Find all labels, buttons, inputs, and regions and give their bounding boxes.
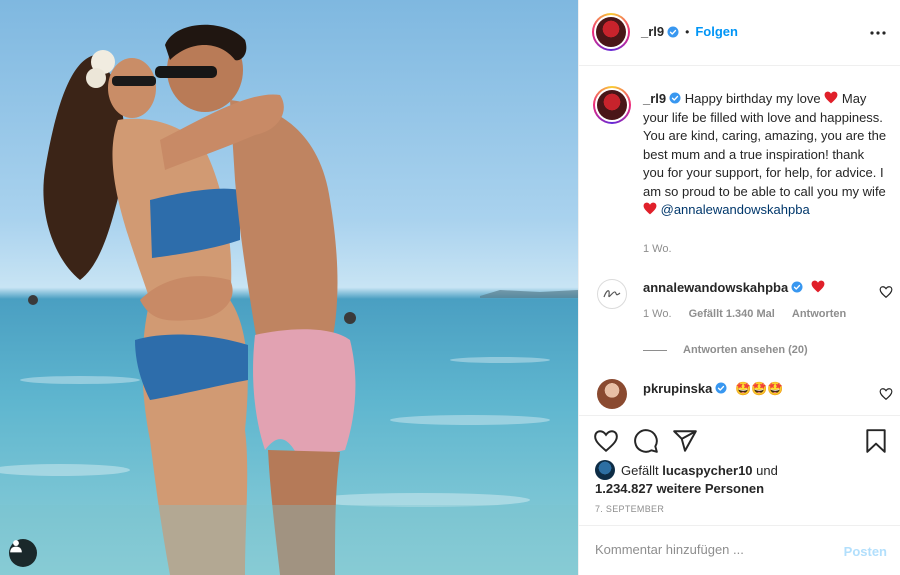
tagged-users-button[interactable] [9, 539, 37, 567]
share-paper-plane-icon[interactable] [672, 428, 698, 454]
more-options-button[interactable] [867, 22, 889, 44]
post-comment-button[interactable]: Posten [844, 544, 887, 559]
verified-badge-icon [669, 92, 681, 104]
comment-timestamp[interactable]: 1 Wo. [643, 308, 672, 320]
like-heart-icon[interactable] [593, 428, 619, 454]
post-photo[interactable] [0, 0, 578, 575]
comment-text: pkrupinska 🤩🤩🤩 [643, 381, 784, 397]
comment-meta: 1 Wo. Gefällt 1.340 Mal Antworten [643, 308, 860, 320]
red-heart-icon [643, 202, 657, 215]
beach-couple-image [0, 24, 578, 575]
likes-others-count[interactable]: 1.234.827 weitere Personen [595, 481, 764, 496]
heart-outline-icon[interactable] [879, 387, 893, 401]
post-actions: Gefällt lucaspycher10 und 1.234.827 weit… [579, 415, 900, 525]
comment-like-count[interactable]: Gefällt 1.340 Mal [689, 308, 775, 320]
likes-summary: Gefällt lucaspycher10 und 1.234.827 weit… [595, 460, 778, 498]
caption-timestamp[interactable]: 1 Wo. [643, 243, 672, 255]
add-comment-bar: Posten [579, 525, 900, 575]
view-replies-line [643, 349, 667, 351]
likes-prefix: Gefällt [621, 463, 659, 478]
liker-avatar[interactable] [595, 460, 615, 480]
likes-and: und [756, 463, 778, 478]
red-heart-icon [811, 280, 825, 293]
comment-reply-button[interactable]: Antworten [792, 308, 846, 320]
more-horizontal-icon [870, 31, 886, 35]
follow-button[interactable]: Folgen [695, 24, 738, 39]
commenter-avatar[interactable] [597, 379, 627, 409]
comment-username[interactable]: pkrupinska [643, 381, 712, 396]
caption-username[interactable]: _rl9 [643, 91, 666, 106]
verified-badge-icon [791, 281, 803, 293]
caption-body: May your life be filled with love and ha… [643, 91, 887, 199]
comment-username[interactable]: annalewandowskahpba [643, 280, 788, 295]
comment-text: annalewandowskahpba [643, 280, 825, 295]
post-date[interactable]: 7. September [595, 504, 664, 514]
bookmark-save-icon[interactable] [863, 428, 889, 454]
liker-username[interactable]: lucaspycher10 [662, 463, 752, 478]
author-username[interactable]: _rl9 [641, 24, 664, 39]
verified-badge-icon [667, 26, 679, 37]
caption-author-avatar[interactable] [593, 86, 631, 124]
verified-badge-icon [715, 382, 727, 394]
commenter-avatar[interactable] [597, 279, 627, 309]
comment-bubble-icon[interactable] [633, 428, 659, 454]
header-separator: • [685, 24, 690, 39]
post-side-panel: _rl9 • Folgen _rl9 Happy birthday my lov… [578, 0, 900, 575]
caption-mention-link[interactable]: @annalewandowskahpba [661, 202, 810, 217]
view-replies-label: Antworten ansehen (20) [683, 344, 808, 356]
heart-outline-icon[interactable] [879, 285, 893, 299]
signature-logo-icon [603, 290, 621, 298]
author-avatar[interactable] [592, 13, 630, 51]
view-replies-button[interactable]: Antworten ansehen (20) [643, 344, 808, 356]
comment-input[interactable] [595, 542, 825, 557]
post-header: _rl9 • Folgen [579, 0, 900, 66]
caption-headline: Happy birthday my love [684, 91, 821, 106]
caption-text-block: _rl9 Happy birthday my love May your lif… [643, 90, 887, 220]
user-icon [10, 540, 22, 553]
comment-emojis: 🤩🤩🤩 [734, 381, 784, 396]
red-heart-icon [824, 91, 838, 104]
